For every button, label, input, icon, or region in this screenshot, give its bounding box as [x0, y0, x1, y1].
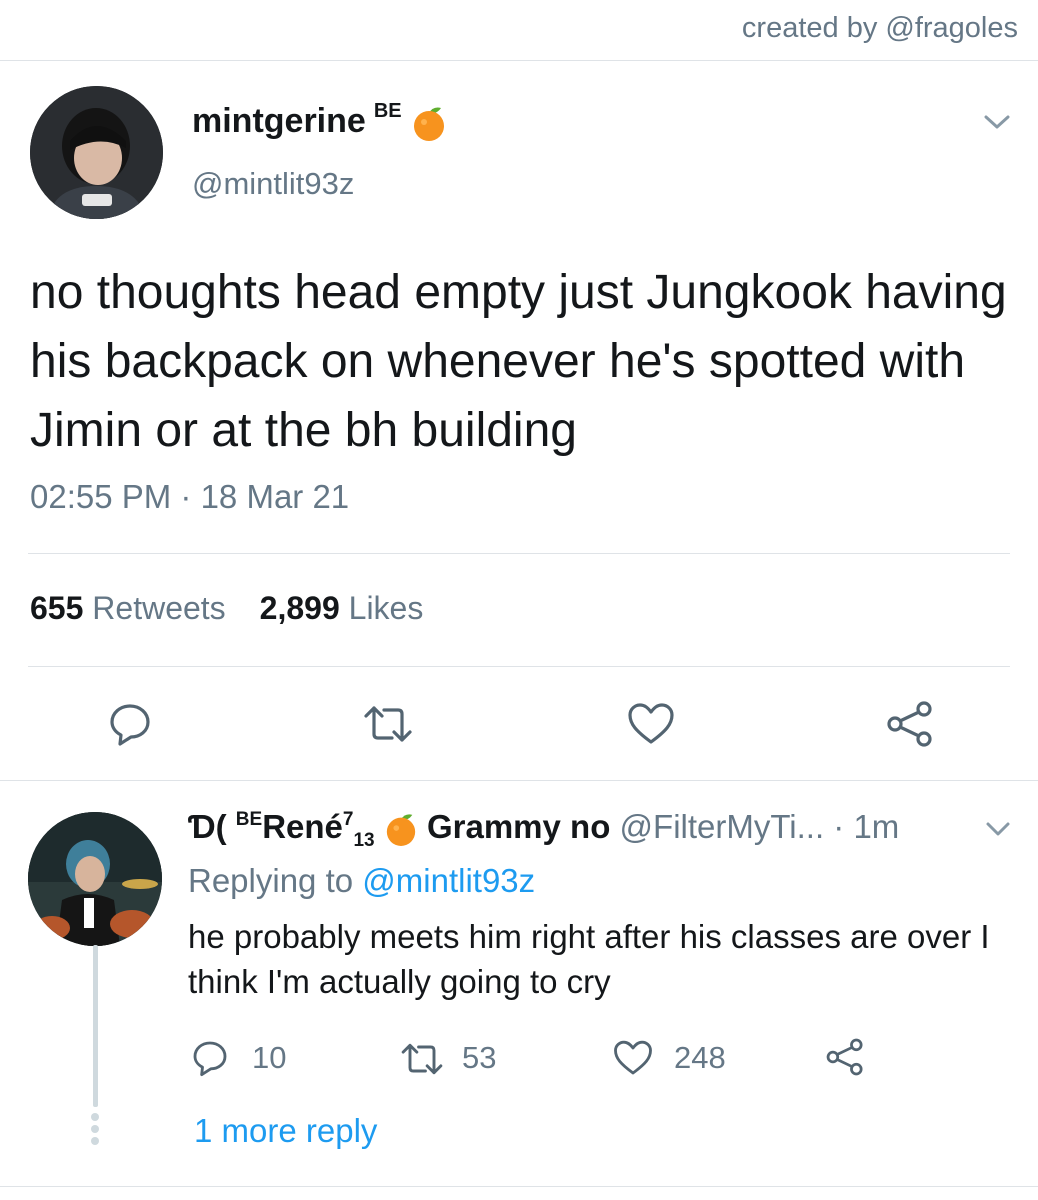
avatar-photo: [28, 812, 162, 946]
replying-to: Replying to @mintlit93z: [188, 862, 535, 900]
reply-count: 10: [252, 1040, 287, 1075]
reply-name-tail: Grammy no: [426, 808, 611, 845]
reply-icon[interactable]: [106, 700, 154, 748]
reply-text: he probably meets him right after his cl…: [188, 918, 990, 1000]
tangerine-icon: [386, 814, 415, 847]
share-icon[interactable]: [884, 698, 936, 750]
thread-dots: [91, 1113, 100, 1149]
likes-count: 2,899: [259, 590, 340, 626]
author-name-suffix: BE: [373, 100, 402, 122]
replying-to-link[interactable]: @mintlit93z: [362, 862, 535, 899]
reply-name-sup: BE: [235, 809, 263, 830]
reply-handle: @FilterMyTi...: [619, 808, 825, 845]
like-icon[interactable]: [612, 1038, 654, 1078]
tweet-stats: 655 Retweets 2,899 Likes: [30, 590, 423, 627]
retweet-icon[interactable]: [398, 1040, 446, 1078]
replying-label: Replying to: [188, 862, 354, 899]
reply-icon[interactable]: [190, 1038, 230, 1078]
retweets-label: Retweets: [92, 590, 226, 626]
retweet-count: 53: [462, 1040, 497, 1075]
chevron-down-icon[interactable]: [984, 820, 1012, 838]
author-name[interactable]: mintgerine BE: [192, 100, 447, 142]
divider: [0, 1186, 1038, 1187]
divider: [28, 553, 1010, 554]
author-display-name: mintgerine: [192, 102, 366, 140]
retweet-icon[interactable]: [360, 702, 416, 746]
retweets-stat[interactable]: 655 Retweets: [30, 590, 226, 626]
chevron-down-icon[interactable]: [982, 112, 1012, 132]
tweet-text: no thoughts head empty just Jungkook hav…: [30, 266, 1007, 457]
reply-name-prefix: Ɗ(: [188, 808, 227, 845]
author-handle[interactable]: @mintlit93z: [192, 166, 354, 202]
more-replies-link[interactable]: 1 more reply: [194, 1112, 377, 1150]
likes-stat[interactable]: 2,899 Likes: [260, 590, 424, 626]
retweets-count: 655: [30, 590, 84, 626]
reply-name-sup2: 7: [342, 809, 354, 830]
reply-display-name: René: [262, 808, 343, 845]
like-count: 248: [674, 1040, 726, 1075]
tweet-timestamp[interactable]: 02:55 PM · 18 Mar 21: [30, 478, 349, 516]
divider: [0, 780, 1038, 781]
reply-author-avatar[interactable]: [28, 812, 162, 946]
avatar-photo: [30, 86, 163, 219]
reply-name-sub: 13: [353, 830, 375, 851]
credit-text: created by @fragoles: [741, 12, 1018, 44]
author-avatar[interactable]: [30, 86, 163, 219]
divider: [28, 666, 1010, 667]
share-icon[interactable]: [824, 1036, 866, 1078]
reply-header[interactable]: Ɗ( BERené713 Grammy no @FilterMyTi... · …: [188, 808, 899, 852]
tangerine-icon: [414, 107, 445, 142]
reply-time: · 1m: [833, 808, 900, 845]
header-divider: [0, 60, 1038, 61]
thread-line: [93, 945, 98, 1107]
likes-label: Likes: [348, 590, 424, 626]
like-icon[interactable]: [626, 700, 676, 748]
